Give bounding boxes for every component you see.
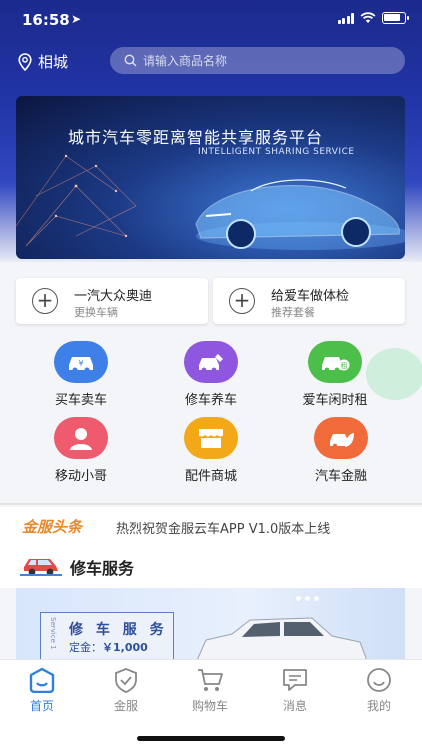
- tab-jinfu[interactable]: 金服: [84, 666, 168, 714]
- svg-text:¥: ¥: [78, 359, 83, 368]
- smile-icon: [337, 666, 421, 694]
- tab-label: 购物车: [191, 699, 228, 713]
- quick-card-vehicle[interactable]: + 一汽大众奥迪 更换车辆: [16, 278, 208, 324]
- service-vertical-label: Service 1: [49, 617, 57, 650]
- svg-text:租: 租: [341, 362, 348, 370]
- grid-label: 买车卖车: [54, 393, 107, 408]
- status-bar: 16:58 ➤: [0, 0, 422, 44]
- search-icon: [124, 54, 137, 67]
- grid-item-finance[interactable]: 汽车金融: [291, 417, 391, 484]
- grid-label: 修车养车: [184, 393, 237, 408]
- search-placeholder: 请输入商品名称: [143, 54, 228, 68]
- floating-assist-button[interactable]: [366, 348, 422, 400]
- tab-label: 消息: [282, 699, 307, 713]
- price-label: 定金：: [69, 641, 102, 654]
- top-bar: 相城 请输入商品名称: [0, 46, 422, 76]
- status-time: 16:58: [22, 11, 70, 29]
- battery-level: [384, 14, 400, 21]
- promo-banner[interactable]: 城市汽车零距离智能共享服务平台 INTELLIGENT SHARING SERV…: [16, 96, 405, 259]
- location-arrow-icon: ➤: [71, 12, 82, 26]
- car-buy-sell-icon: ¥: [54, 341, 108, 383]
- repair-service-header: 修车服务: [0, 543, 422, 588]
- city-selector[interactable]: 相城: [18, 51, 68, 72]
- message-icon: [253, 666, 337, 694]
- news-text: 热烈祝贺金服云车APP V1.0版本上线: [116, 522, 331, 537]
- finance-leaf-icon: [314, 417, 368, 459]
- banner-title: 城市汽车零距离智能共享服务平台: [68, 128, 324, 147]
- grid-label: 汽车金融: [314, 469, 367, 484]
- quick-card-title: 给爱车做体检: [271, 289, 350, 304]
- tab-cart[interactable]: 购物车: [168, 666, 252, 714]
- mechanic-icon: [54, 417, 108, 459]
- repair-service-card[interactable]: Service 1 修 车 服 务 定金：￥1,000: [16, 588, 405, 668]
- search-input[interactable]: 请输入商品名称: [110, 47, 405, 74]
- section-divider: [0, 503, 422, 505]
- cart-icon: [168, 666, 252, 694]
- grid-item-repair[interactable]: 修车养车: [161, 341, 261, 408]
- service-card-title: 修 车 服 务: [69, 622, 168, 638]
- status-icons: [337, 12, 409, 24]
- tab-mine[interactable]: 我的: [337, 666, 421, 714]
- quick-card-subtitle: 推荐套餐: [271, 306, 315, 319]
- tab-label: 首页: [29, 699, 54, 713]
- home-indicator[interactable]: [137, 736, 285, 741]
- price-value: ￥1,000: [102, 641, 148, 654]
- tab-home[interactable]: 首页: [0, 666, 84, 714]
- wifi-icon: [360, 12, 376, 23]
- grid-item-buy-sell[interactable]: ¥ 买车卖车: [31, 341, 131, 408]
- plus-icon: +: [229, 288, 255, 314]
- section-title: 修车服务: [70, 559, 135, 578]
- news-ticker[interactable]: 金服头条 热烈祝贺金服云车APP V1.0版本上线: [0, 507, 422, 543]
- car-rent-icon: 租: [308, 341, 362, 383]
- store-icon: [184, 417, 238, 459]
- grid-item-parts-store[interactable]: 配件商城: [161, 417, 261, 484]
- quick-card-checkup[interactable]: + 给爱车做体检 推荐套餐: [213, 278, 405, 324]
- grid-label: 移动小哥: [54, 469, 107, 484]
- scroll-indicator: [305, 596, 310, 601]
- quick-card-title: 一汽大众奥迪: [74, 289, 153, 304]
- tab-messages[interactable]: 消息: [253, 666, 337, 714]
- map-pin-icon: [18, 52, 32, 71]
- wrench-car-icon: [184, 341, 238, 383]
- news-tag: 金服头条: [22, 518, 83, 536]
- banner-subtitle: INTELLIGENT SHARING SERVICE: [198, 147, 355, 157]
- signal-icon: [337, 12, 354, 24]
- tab-label: 我的: [366, 699, 391, 713]
- plus-icon: +: [32, 288, 58, 314]
- scroll-indicator: [296, 596, 301, 601]
- tab-label: 金服: [113, 699, 138, 713]
- grid-label: 爱车闲时租: [302, 393, 368, 408]
- repair-car-icon: [20, 559, 62, 576]
- grid-label: 配件商城: [184, 469, 237, 484]
- grid-item-mechanic[interactable]: 移动小哥: [31, 417, 131, 484]
- shield-check-icon: [84, 666, 168, 694]
- home-icon: [0, 666, 84, 694]
- battery-icon: [382, 12, 409, 24]
- banner-car-illustration: [16, 154, 405, 250]
- quick-card-subtitle: 更换车辆: [74, 306, 118, 319]
- city-label: 相城: [38, 53, 69, 71]
- scroll-indicator: [314, 596, 319, 601]
- service-price: 定金：￥1,000: [69, 639, 148, 655]
